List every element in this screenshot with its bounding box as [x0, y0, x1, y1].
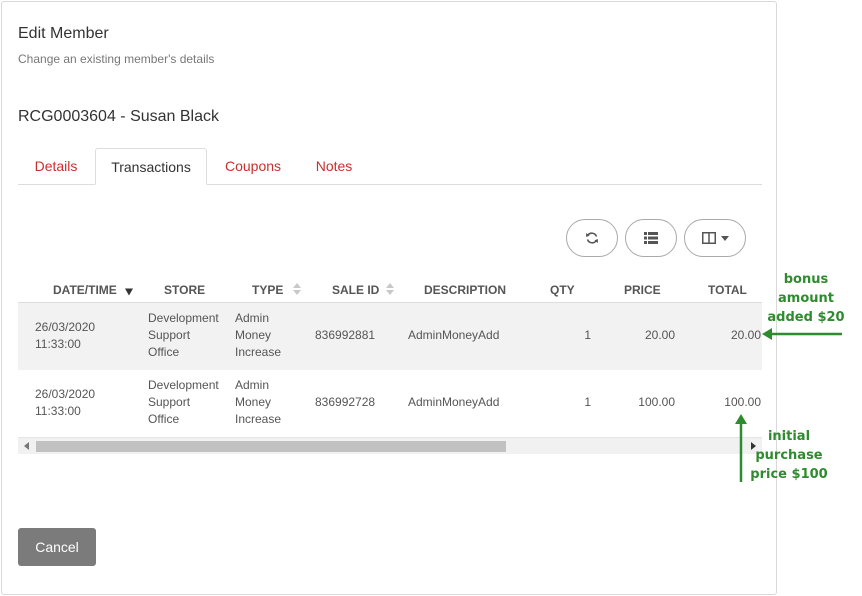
- list-icon: [644, 232, 658, 244]
- col-qty[interactable]: QTY: [550, 283, 575, 297]
- bonus-annotation: bonus amount added $20: [767, 272, 845, 325]
- table-header: DATE/TIME STORE TYPE SALE ID DESCRIPTION…: [18, 279, 762, 303]
- cell-price: 100.00: [638, 395, 675, 409]
- col-datetime[interactable]: DATE/TIME: [53, 283, 117, 297]
- initial-annotation: initial purchase price $100: [750, 429, 828, 482]
- cell-date: 26/03/2020 11:33:00: [35, 387, 96, 418]
- tab-coupons[interactable]: Coupons: [212, 148, 294, 185]
- cell-total: 100.00: [724, 395, 761, 409]
- cell-total: 20.00: [730, 328, 761, 342]
- tab-notes[interactable]: Notes: [302, 148, 366, 185]
- cell-store: Development Support Office: [148, 378, 219, 426]
- cell-description: AdminMoneyAdd: [408, 395, 500, 409]
- cell-sale-id: 836992881: [315, 328, 376, 342]
- cell-qty: 1: [584, 395, 591, 409]
- sort-type-icon[interactable]: [293, 282, 301, 296]
- cell-qty: 1: [584, 328, 591, 342]
- tab-transactions[interactable]: Transactions: [95, 148, 207, 185]
- cancel-button[interactable]: Cancel: [18, 528, 96, 566]
- table-row[interactable]: 26/03/2020 11:33:00 Development Support Off…: [18, 303, 762, 370]
- horizontal-scrollbar[interactable]: [18, 437, 762, 454]
- scroll-left-icon[interactable]: [24, 442, 29, 450]
- cell-store: Development Support Office: [148, 311, 219, 359]
- caret-down-icon: [720, 235, 729, 241]
- page-subtitle: Change an existing member's details: [18, 52, 215, 66]
- member-heading: RCG0003604 - Susan Black: [18, 108, 219, 125]
- col-type[interactable]: TYPE: [252, 283, 283, 297]
- sort-sale-id-icon[interactable]: [386, 282, 394, 296]
- col-price[interactable]: PRICE: [624, 283, 661, 297]
- up-arrow-icon: [735, 414, 747, 482]
- sort-desc-icon[interactable]: [125, 285, 133, 299]
- col-description[interactable]: DESCRIPTION: [424, 283, 506, 297]
- table-row[interactable]: 26/03/2020 11:33:00 Development Support Off…: [18, 370, 762, 437]
- col-sale-id[interactable]: SALE ID: [332, 283, 379, 297]
- refresh-button[interactable]: [566, 219, 618, 257]
- columns-icon: [701, 232, 716, 244]
- edit-member-panel: Edit Member Change an existing member's …: [1, 1, 777, 595]
- cell-type: Admin Money Increase: [235, 378, 282, 426]
- cell-type: Admin Money Increase: [235, 311, 282, 359]
- cell-date: 26/03/2020 11:33:00: [35, 320, 96, 351]
- cell-sale-id: 836992728: [315, 395, 376, 409]
- columns-dropdown-button[interactable]: [684, 219, 746, 257]
- left-arrow-icon: [762, 328, 842, 340]
- page-title: Edit Member: [18, 25, 109, 42]
- list-view-button[interactable]: [625, 219, 677, 257]
- cell-price: 20.00: [644, 328, 675, 342]
- cell-description: AdminMoneyAdd: [408, 328, 500, 342]
- tab-bar: Details Transactions Coupons Notes: [18, 148, 762, 185]
- scrollbar-thumb[interactable]: [36, 441, 506, 452]
- refresh-icon: [586, 232, 598, 244]
- tab-details[interactable]: Details: [18, 148, 94, 185]
- col-store[interactable]: STORE: [164, 283, 205, 297]
- col-total[interactable]: TOTAL: [708, 283, 747, 297]
